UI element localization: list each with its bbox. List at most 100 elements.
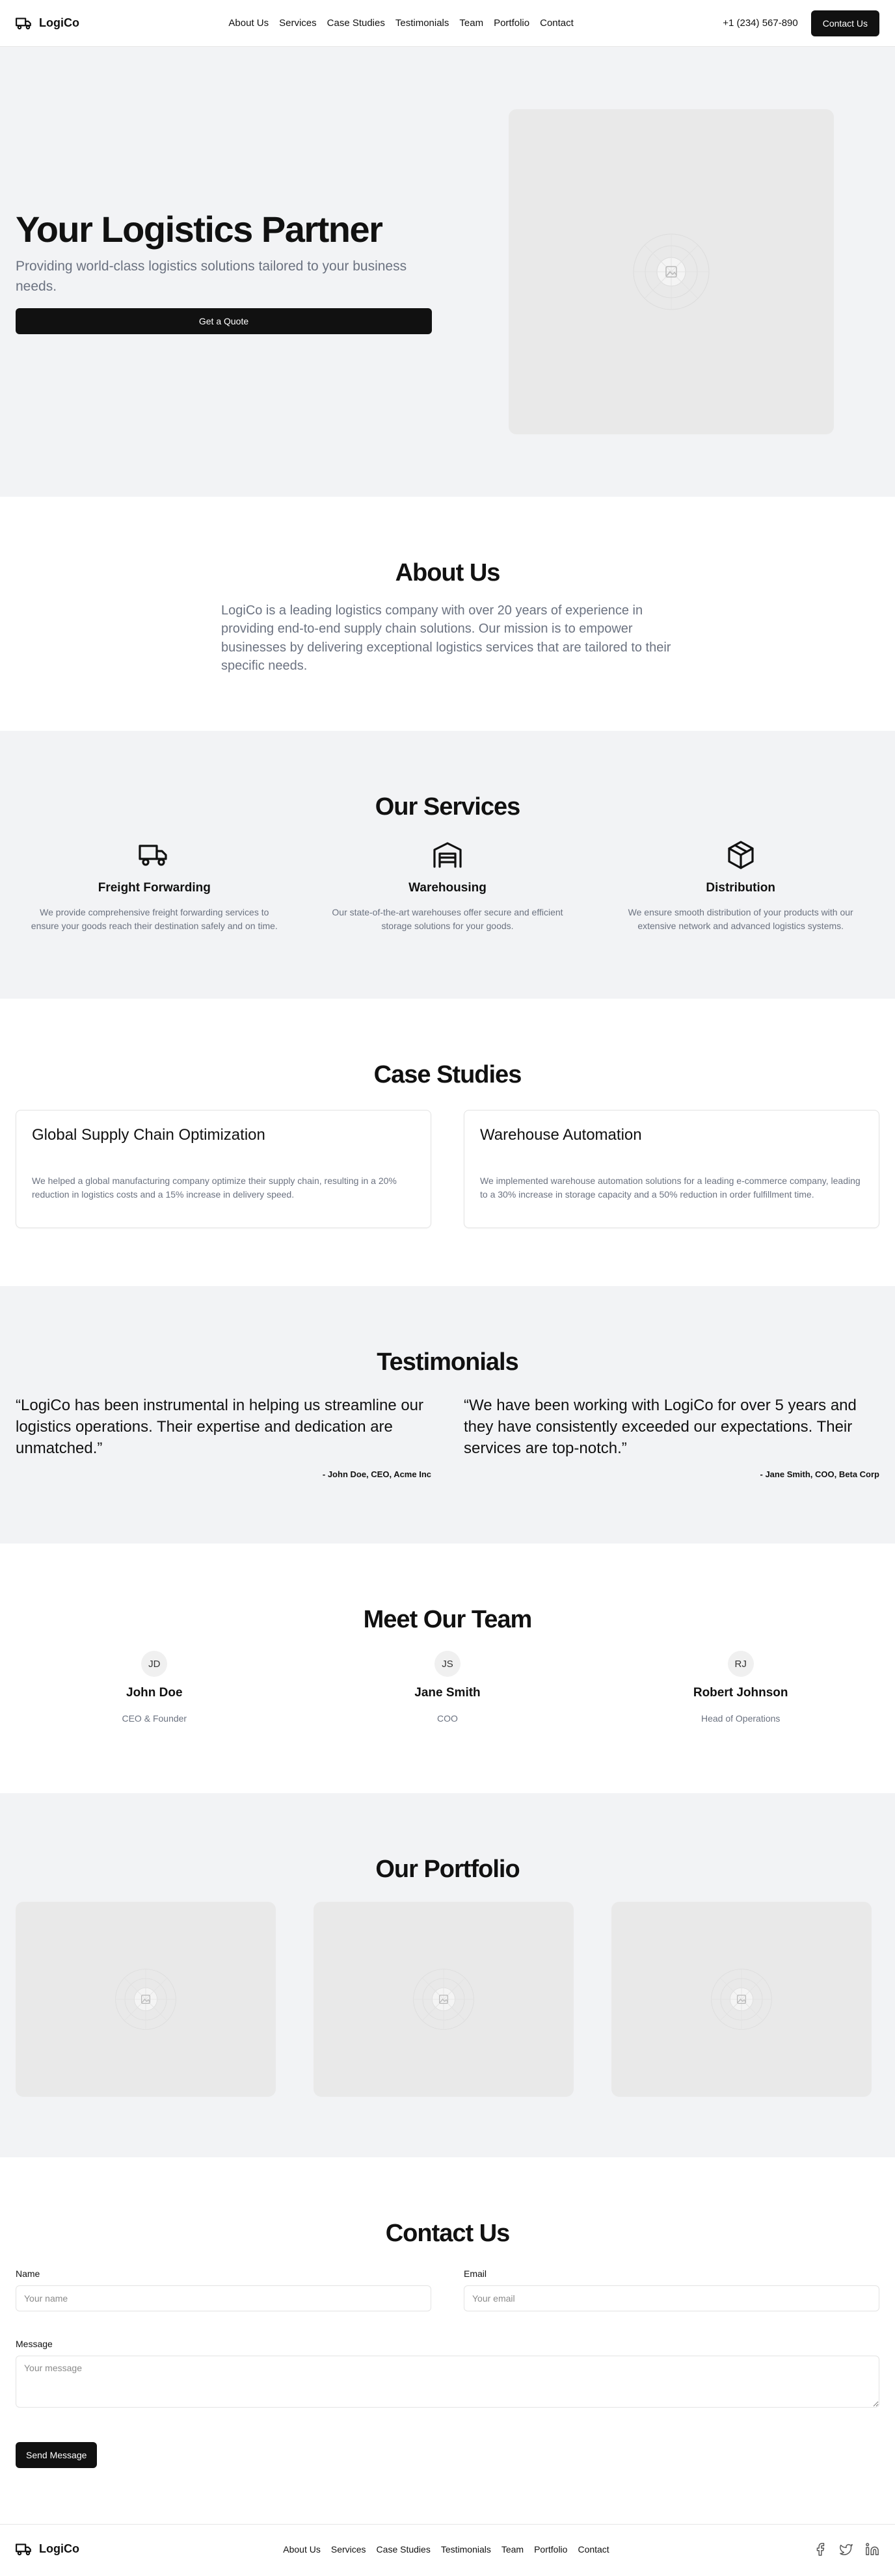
- social-links: [813, 2542, 879, 2556]
- portfolio-item[interactable]: [314, 1902, 574, 2097]
- member-name: Jane Smith: [414, 1686, 481, 1700]
- footer-brand[interactable]: LogiCo: [16, 2541, 79, 2558]
- case-study-title: Global Supply Chain Optimization: [32, 1126, 265, 1144]
- about-title: About Us: [395, 559, 501, 586]
- case-studies-title: Case Studies: [373, 1061, 522, 1088]
- email-field-group: Email: [464, 2268, 879, 2311]
- member-name: John Doe: [126, 1686, 183, 1700]
- get-quote-button[interactable]: Get a Quote: [16, 308, 432, 335]
- portfolio-title: Our Portfolio: [375, 1856, 520, 1883]
- testimonial-author: - Jane Smith, COO, Beta Corp: [760, 1469, 879, 1480]
- brand[interactable]: LogiCo: [16, 15, 79, 32]
- footer-nav: About Us Services Case Studies Testimoni…: [283, 2544, 609, 2555]
- case-study-title: Warehouse Automation: [480, 1126, 642, 1144]
- header-actions: +1 (234) 567-890 Contact Us: [723, 10, 879, 36]
- services-title: Our Services: [375, 793, 520, 821]
- contact-section: Contact Us Name Email Message Send Messa…: [0, 2157, 895, 2524]
- service-text: Our state-of-the-art warehouses offer se…: [332, 907, 563, 931]
- facebook-icon[interactable]: [813, 2542, 827, 2556]
- testimonials-section: Testimonials “LogiCo has been instrument…: [0, 1286, 895, 1544]
- testimonial: “LogiCo has been instrumental in helping…: [16, 1395, 431, 1479]
- service-freight-forwarding: Freight Forwarding We provide comprehens…: [16, 839, 293, 933]
- member-name: Robert Johnson: [693, 1686, 788, 1700]
- truck-logo-icon: [16, 2543, 31, 2555]
- footer-nav-about[interactable]: About Us: [283, 2544, 321, 2555]
- message-textarea[interactable]: [16, 2356, 879, 2408]
- case-studies-section: Case Studies Global Supply Chain Optimiz…: [0, 999, 895, 1286]
- message-field-row: Message: [0, 2339, 895, 2411]
- testimonial-quote: “We have been working with LogiCo for ov…: [464, 1397, 857, 1458]
- portfolio-item[interactable]: [16, 1902, 276, 2097]
- testimonials-grid: “LogiCo has been instrumental in helping…: [0, 1395, 895, 1479]
- email-label: Email: [464, 2268, 487, 2279]
- image-placeholder-icon: [115, 1969, 176, 2030]
- footer-nav-team[interactable]: Team: [501, 2544, 524, 2555]
- avatar: JS: [434, 1651, 461, 1677]
- message-field-group: Message: [16, 2339, 879, 2411]
- portfolio-item[interactable]: [611, 1902, 872, 2097]
- portfolio-section: Our Portfolio: [0, 1793, 895, 2157]
- contact-form-row: Name Email: [0, 2268, 895, 2311]
- image-placeholder-icon: [633, 233, 710, 310]
- warehouse-icon: [433, 842, 462, 868]
- brand-name: LogiCo: [39, 16, 79, 29]
- site-footer: LogiCo About Us Services Case Studies Te…: [0, 2524, 895, 2573]
- nav-about[interactable]: About Us: [228, 18, 269, 29]
- case-study-card[interactable]: Warehouse Automation We implemented ware…: [464, 1110, 879, 1228]
- footer-nav-testimonials[interactable]: Testimonials: [441, 2544, 491, 2555]
- main-nav: About Us Services Case Studies Testimoni…: [228, 18, 573, 29]
- member-role: COO: [437, 1713, 458, 1724]
- hero-subtitle: Providing world-class logistics solution…: [16, 259, 407, 294]
- team-member: JD John Doe CEO & Founder: [16, 1651, 293, 1724]
- nav-services[interactable]: Services: [279, 18, 317, 29]
- service-warehousing: Warehousing Our state-of-the-art warehou…: [309, 839, 587, 933]
- about-section: About Us LogiCo is a leading logistics c…: [0, 497, 895, 731]
- team-section: Meet Our Team JD John Doe CEO & Founder …: [0, 1544, 895, 1793]
- truck-icon: [139, 845, 167, 866]
- send-message-button[interactable]: Send Message: [16, 2442, 98, 2468]
- hero-title: Your Logistics Partner: [16, 208, 383, 250]
- footer-nav-services[interactable]: Services: [331, 2544, 366, 2555]
- nav-team[interactable]: Team: [459, 18, 483, 29]
- testimonial: “We have been working with LogiCo for ov…: [464, 1395, 879, 1479]
- service-text: We ensure smooth distribution of your pr…: [628, 907, 853, 931]
- site-header: LogiCo About Us Services Case Studies Te…: [0, 0, 895, 47]
- service-text: We provide comprehensive freight forward…: [31, 907, 278, 931]
- testimonial-author: - John Doe, CEO, Acme Inc: [322, 1469, 431, 1480]
- footer-brand-name: LogiCo: [39, 2542, 79, 2555]
- phone-number[interactable]: +1 (234) 567-890: [723, 18, 798, 29]
- email-input[interactable]: [464, 2285, 879, 2311]
- nav-portfolio[interactable]: Portfolio: [494, 18, 529, 29]
- nav-testimonials[interactable]: Testimonials: [395, 18, 449, 29]
- service-title: Warehousing: [408, 881, 487, 895]
- nav-contact[interactable]: Contact: [540, 18, 574, 29]
- service-title: Freight Forwarding: [98, 881, 211, 895]
- avatar: RJ: [727, 1651, 754, 1677]
- case-study-text: We implemented warehouse automation solu…: [480, 1176, 861, 1200]
- portfolio-grid: [0, 1902, 895, 2097]
- team-member: RJ Robert Johnson Head of Operations: [602, 1651, 879, 1724]
- contact-title: Contact Us: [385, 2220, 511, 2247]
- name-input[interactable]: [16, 2285, 431, 2311]
- footer-nav-case-studies[interactable]: Case Studies: [377, 2544, 431, 2555]
- team-member: JS Jane Smith COO: [309, 1651, 587, 1724]
- testimonial-quote: “LogiCo has been instrumental in helping…: [16, 1397, 424, 1458]
- services-grid: Freight Forwarding We provide comprehens…: [0, 839, 895, 933]
- linkedin-icon[interactable]: [865, 2542, 879, 2556]
- testimonials-title: Testimonials: [377, 1348, 518, 1376]
- hero-content: Your Logistics Partner Providing world-c…: [16, 208, 432, 335]
- footer-nav-portfolio[interactable]: Portfolio: [534, 2544, 567, 2555]
- case-studies-grid: Global Supply Chain Optimization We help…: [0, 1110, 895, 1228]
- service-distribution: Distribution We ensure smooth distributi…: [602, 839, 879, 933]
- case-study-card[interactable]: Global Supply Chain Optimization We help…: [16, 1110, 431, 1228]
- name-field-group: Name: [16, 2268, 431, 2311]
- nav-case-studies[interactable]: Case Studies: [327, 18, 385, 29]
- image-placeholder-icon: [711, 1969, 772, 2030]
- member-role: Head of Operations: [701, 1713, 781, 1724]
- twitter-icon[interactable]: [839, 2542, 853, 2556]
- service-title: Distribution: [706, 881, 775, 895]
- hero-section: Your Logistics Partner Providing world-c…: [0, 47, 895, 497]
- contact-us-button[interactable]: Contact Us: [810, 10, 879, 36]
- hero-image-placeholder: [509, 109, 834, 434]
- footer-nav-contact[interactable]: Contact: [578, 2544, 609, 2555]
